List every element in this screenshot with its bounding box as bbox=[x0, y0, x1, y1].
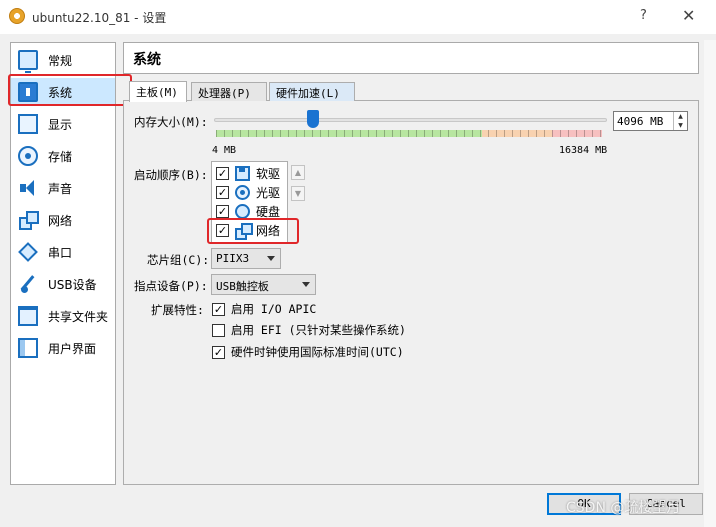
serial-port-icon bbox=[18, 242, 38, 262]
io-apic-label: 启用 I/O APIC bbox=[231, 302, 317, 316]
network-icon bbox=[18, 210, 39, 230]
shared-folder-icon bbox=[18, 306, 38, 326]
boot-floppy-checkbox[interactable]: ✓ bbox=[216, 167, 229, 180]
floppy-icon bbox=[235, 166, 250, 181]
memory-slider-track[interactable] bbox=[214, 118, 607, 122]
user-interface-icon bbox=[18, 338, 38, 358]
utc-clock-checkbox[interactable]: ✓ bbox=[212, 345, 225, 359]
sidebar-item-usb[interactable]: USB设备 bbox=[11, 270, 115, 298]
chevron-down-icon bbox=[267, 256, 275, 261]
sidebar-item-display[interactable]: 显示 bbox=[11, 110, 115, 138]
sidebar-item-audio[interactable]: 声音 bbox=[11, 174, 115, 202]
settings-sidebar: 常规 系统 显示 存储 声音 网络 串口 USB设备 共享文件夹 用户界面 bbox=[10, 42, 116, 485]
sidebar-item-label: 网络 bbox=[48, 213, 73, 228]
sidebar-item-storage[interactable]: 存储 bbox=[11, 142, 115, 170]
move-up-button[interactable]: ▲ bbox=[291, 165, 305, 180]
chevron-down-icon bbox=[302, 282, 310, 287]
memory-spin-buttons[interactable]: ▲ ▼ bbox=[673, 112, 687, 130]
tab-content-motherboard bbox=[123, 100, 699, 485]
efi-option[interactable]: 启用 EFI (只针对某些操作系统) bbox=[212, 322, 406, 338]
pointing-device-label: 指点设备(P): bbox=[134, 279, 208, 293]
sidebar-item-label: 显示 bbox=[48, 117, 73, 132]
help-button[interactable]: ? bbox=[640, 8, 647, 23]
tab-processor[interactable]: 处理器(P) bbox=[191, 82, 267, 101]
sidebar-item-label: 声音 bbox=[48, 181, 73, 196]
memory-label: 内存大小(M): bbox=[134, 115, 208, 129]
memory-max-label: 16384 MB bbox=[559, 145, 608, 156]
storage-icon bbox=[18, 146, 38, 166]
display-icon bbox=[18, 114, 38, 134]
annotation-highlight-network bbox=[207, 218, 299, 244]
sidebar-item-label: 串口 bbox=[48, 245, 73, 260]
sidebar-item-label: 存储 bbox=[48, 149, 73, 164]
pointing-device-select[interactable]: USB触控板 bbox=[211, 274, 316, 295]
sidebar-item-network[interactable]: 网络 bbox=[11, 206, 115, 234]
general-icon bbox=[18, 50, 38, 73]
io-apic-option[interactable]: ✓ 启用 I/O APIC bbox=[212, 301, 316, 317]
boot-item-label: 光驱 bbox=[256, 186, 281, 200]
title-bar: ubuntu22.10_81 - 设置 ? ✕ bbox=[0, 0, 716, 34]
annotation-highlight-system bbox=[8, 74, 132, 106]
chipset-select[interactable]: PIIX3 bbox=[211, 248, 281, 269]
virtualbox-app-icon bbox=[9, 8, 25, 24]
memory-slider-thumb[interactable] bbox=[307, 110, 319, 128]
boot-hard-disk-checkbox[interactable]: ✓ bbox=[216, 205, 229, 218]
close-button[interactable]: ✕ bbox=[682, 6, 695, 25]
memory-slider-ticks bbox=[216, 130, 602, 137]
chipset-label: 芯片组(C): bbox=[147, 253, 210, 267]
efi-checkbox[interactable] bbox=[212, 323, 225, 337]
sidebar-item-label: USB设备 bbox=[48, 277, 97, 292]
hard-disk-icon bbox=[235, 204, 250, 219]
io-apic-checkbox[interactable]: ✓ bbox=[212, 302, 225, 316]
boot-item-floppy[interactable]: ✓ 软驱 bbox=[216, 164, 280, 183]
efi-label: 启用 EFI (只针对某些操作系统) bbox=[231, 323, 406, 337]
extended-features-label: 扩展特性: bbox=[151, 303, 204, 317]
page-title: 系统 bbox=[133, 52, 161, 68]
pointing-device-value: USB触控板 bbox=[216, 280, 269, 293]
utc-clock-option[interactable]: ✓ 硬件时钟使用国际标准时间(UTC) bbox=[212, 344, 404, 360]
boot-order-label: 启动顺序(B): bbox=[134, 168, 208, 182]
memory-min-label: 4 MB bbox=[212, 145, 237, 156]
memory-value: 4096 MB bbox=[617, 115, 664, 128]
sidebar-item-label: 常规 bbox=[48, 53, 73, 68]
utc-clock-label: 硬件时钟使用国际标准时间(UTC) bbox=[231, 345, 404, 359]
sidebar-item-general[interactable]: 常规 bbox=[11, 46, 115, 74]
sidebar-item-serial-port[interactable]: 串口 bbox=[11, 238, 115, 266]
boot-item-label: 软驱 bbox=[256, 167, 281, 181]
sidebar-item-shared-folders[interactable]: 共享文件夹 bbox=[11, 302, 115, 330]
move-down-button[interactable]: ▼ bbox=[291, 186, 305, 201]
window-title: ubuntu22.10_81 - 设置 bbox=[32, 11, 167, 25]
sidebar-item-user-interface[interactable]: 用户界面 bbox=[11, 334, 115, 362]
audio-icon bbox=[18, 178, 38, 198]
memory-spinbox[interactable]: 4096 MB ▲ ▼ bbox=[613, 111, 688, 131]
optical-icon bbox=[235, 185, 250, 200]
sidebar-item-label: 共享文件夹 bbox=[48, 309, 109, 324]
sidebar-item-label: 用户界面 bbox=[48, 341, 97, 356]
usb-icon bbox=[18, 274, 38, 294]
watermark: CSDN @疏楼望月 bbox=[566, 500, 681, 516]
tab-motherboard[interactable]: 主板(M) bbox=[129, 81, 187, 102]
boot-item-optical[interactable]: ✓ 光驱 bbox=[216, 183, 280, 202]
window-edge bbox=[704, 40, 716, 527]
boot-optical-checkbox[interactable]: ✓ bbox=[216, 186, 229, 199]
spin-down-icon[interactable]: ▼ bbox=[674, 121, 687, 130]
panel-header: 系统 bbox=[123, 42, 699, 74]
spin-up-icon[interactable]: ▲ bbox=[674, 112, 687, 121]
tab-acceleration[interactable]: 硬件加速(L) bbox=[269, 82, 355, 101]
chipset-value: PIIX3 bbox=[216, 252, 250, 265]
